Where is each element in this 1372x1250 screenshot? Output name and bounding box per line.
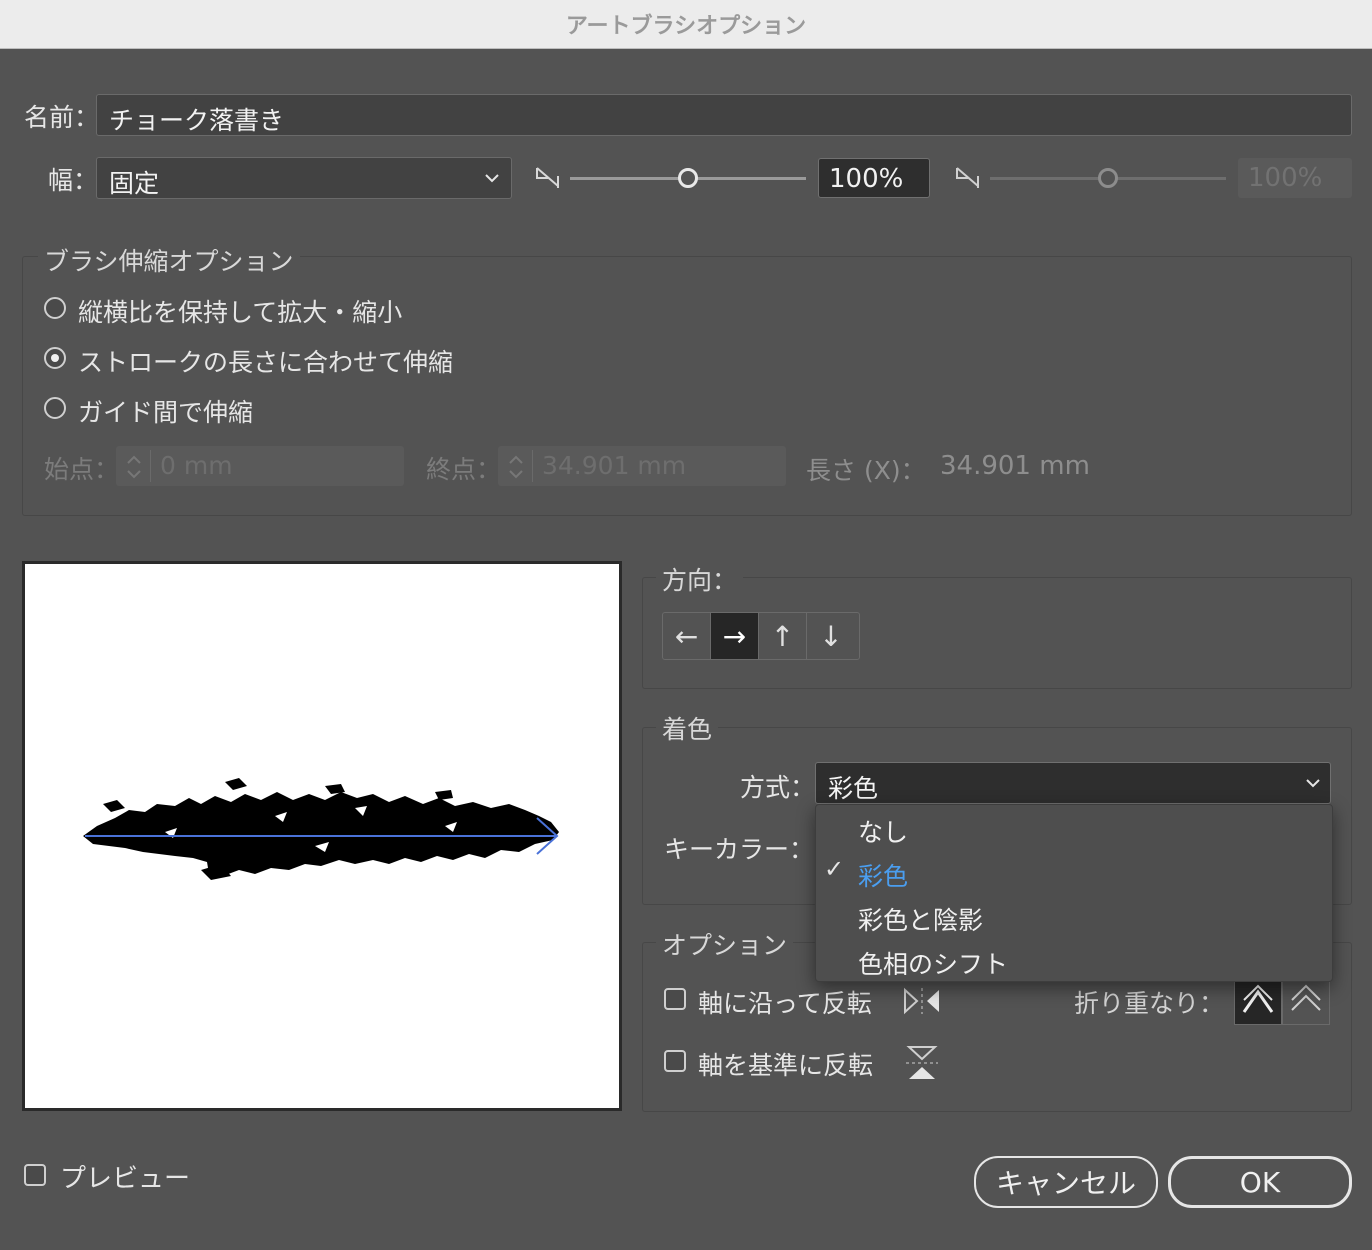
method-label: 方式： <box>740 773 816 802</box>
arrow-right-icon[interactable]: → <box>711 613 759 659</box>
menu-item-none[interactable]: なし <box>816 805 1332 849</box>
title-bar: アートブラシオプション <box>0 0 1372 49</box>
max-width-slider-thumb <box>1098 168 1118 188</box>
name-input-value: チョーク落書き <box>109 106 285 135</box>
flip-along-label: 軸に沿って反転 <box>698 989 872 1018</box>
start-input: 0 mm <box>116 446 404 486</box>
end-value: 34.901 mm <box>542 451 687 480</box>
stepper-divider <box>150 450 151 482</box>
menu-item-tints-and-shades[interactable]: 彩色と陰影 <box>816 893 1332 937</box>
radio-button[interactable] <box>44 297 66 319</box>
flip-along-icon <box>904 987 939 1015</box>
end-input: 34.901 mm <box>498 446 786 486</box>
cancel-button-label: キャンセル <box>995 1167 1136 1200</box>
min-width-icon <box>536 167 559 188</box>
direction-title: 方向： <box>656 561 744 597</box>
chalk-stroke-graphic <box>83 778 559 880</box>
colorization-title: 着色 <box>656 710 719 746</box>
stepper-icon <box>127 455 141 479</box>
overlap-no-adjust-icon[interactable] <box>1282 977 1330 1025</box>
preview-checkbox[interactable]: プレビュー <box>24 1164 224 1194</box>
flip-along-checkbox[interactable]: 軸に沿って反転 <box>664 988 894 1018</box>
checkbox[interactable] <box>664 988 686 1010</box>
checkbox[interactable] <box>24 1164 46 1186</box>
radio-keep-proportion[interactable]: 縦横比を保持して拡大・縮小 <box>44 297 544 327</box>
ok-button-label: OK <box>1239 1165 1281 1199</box>
width-select[interactable]: 固定 <box>96 157 512 199</box>
method-select[interactable]: 彩色 <box>815 762 1331 804</box>
preview-label: プレビュー <box>60 1164 191 1194</box>
min-width-input[interactable]: 100% <box>818 158 930 198</box>
radio-stretch-to-fit[interactable]: ストロークの長さに合わせて伸縮 <box>44 347 544 377</box>
flip-across-checkbox[interactable]: 軸を基準に反転 <box>664 1050 894 1080</box>
flip-across-label: 軸を基準に反転 <box>698 1051 874 1080</box>
min-width-slider-thumb[interactable] <box>678 168 698 188</box>
length-value: 34.901 mm <box>940 451 1090 481</box>
start-label: 始点： <box>44 455 120 484</box>
length-label: 長さ (X)： <box>806 456 926 485</box>
name-label: 名前： <box>24 103 100 132</box>
menu-item-tints[interactable]: ✓ 彩色 <box>816 849 1332 893</box>
menu-item-hue-shift[interactable]: 色相のシフト <box>816 937 1332 981</box>
stepper-icon <box>509 455 523 479</box>
method-select-value: 彩色 <box>828 774 879 803</box>
checkbox[interactable] <box>664 1050 686 1072</box>
overlap-adjust-glyph <box>1242 984 1274 1013</box>
max-width-icon <box>956 167 979 188</box>
radio-label: ストロークの長さに合わせて伸縮 <box>78 348 454 377</box>
key-color-label: キーカラー： <box>664 835 815 864</box>
name-input[interactable]: チョーク落書き <box>96 94 1352 136</box>
width-select-value: 固定 <box>109 169 160 198</box>
radio-label: 縦横比を保持して拡大・縮小 <box>78 298 403 327</box>
radio-label: ガイド間で伸縮 <box>78 398 254 427</box>
method-dropdown-menu: なし ✓ 彩色 彩色と陰影 色相のシフト <box>815 804 1333 982</box>
end-label: 終点： <box>426 455 502 484</box>
overlap-label: 折り重なり： <box>1074 989 1225 1018</box>
max-width-value: 100% <box>1248 163 1323 193</box>
flip-across-icon <box>906 1046 938 1079</box>
ok-button[interactable]: OK <box>1168 1156 1352 1208</box>
chevron-down-icon <box>485 174 499 183</box>
arrow-up-icon[interactable]: ↑ <box>759 613 807 659</box>
max-width-input: 100% <box>1238 158 1352 198</box>
window-title: アートブラシオプション <box>565 14 807 39</box>
overlap-adjust-icon[interactable] <box>1234 977 1282 1025</box>
radio-button[interactable] <box>44 397 66 419</box>
brush-preview <box>22 561 622 1111</box>
arrow-down-icon[interactable]: ↓ <box>807 613 855 659</box>
direction-segmented-control: ← → ↑ ↓ <box>662 612 860 660</box>
options-title: オプション <box>656 926 794 962</box>
overlap-no-adjust-glyph <box>1291 984 1321 1011</box>
min-width-value: 100% <box>829 164 904 194</box>
start-value: 0 mm <box>160 451 233 480</box>
stepper-divider <box>532 450 533 482</box>
radio-button-selected[interactable] <box>44 347 66 369</box>
chevron-down-icon <box>1306 779 1320 788</box>
scale-options-title: ブラシ伸縮オプション <box>38 242 300 278</box>
checkmark-icon: ✓ <box>824 855 845 883</box>
width-label: 幅： <box>48 166 99 195</box>
cancel-button[interactable]: キャンセル <box>974 1156 1158 1208</box>
radio-stretch-between-guides[interactable]: ガイド間で伸縮 <box>44 397 544 427</box>
arrow-left-icon[interactable]: ← <box>663 613 711 659</box>
